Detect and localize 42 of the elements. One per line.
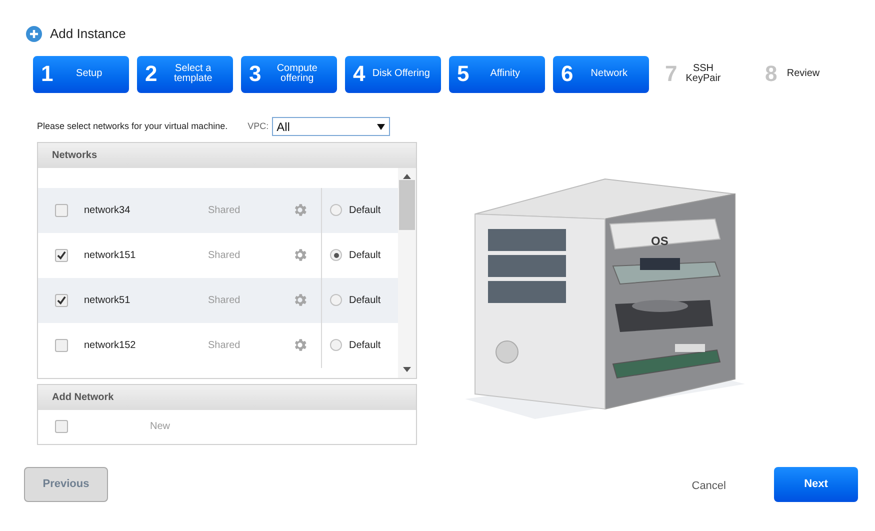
default-label: Default bbox=[349, 204, 381, 218]
wizard-step[interactable]: 8 Review bbox=[757, 56, 849, 92]
networks-header: Networks bbox=[38, 142, 416, 168]
new-network-label: New bbox=[150, 420, 170, 434]
vpc-label: VPC: bbox=[248, 120, 269, 133]
network-type: Shared bbox=[208, 338, 242, 352]
dialog-title: Add Instance bbox=[50, 25, 126, 43]
cancel-link[interactable]: Cancel bbox=[692, 478, 726, 494]
network-name: network51 bbox=[84, 294, 132, 308]
checkbox[interactable] bbox=[54, 204, 68, 216]
add-icon bbox=[26, 26, 42, 42]
wizard-step[interactable]: 2 Select a template bbox=[137, 56, 233, 92]
checkbox[interactable] bbox=[54, 420, 68, 433]
checkbox[interactable] bbox=[54, 248, 68, 262]
radio-button[interactable] bbox=[330, 204, 342, 216]
scrollbar[interactable] bbox=[398, 168, 416, 378]
default-label: Default bbox=[349, 294, 381, 308]
network-type: Shared bbox=[208, 294, 242, 308]
radio-button[interactable] bbox=[330, 249, 342, 261]
network-name: network34 bbox=[84, 204, 132, 218]
wizard-step[interactable]: 1 Setup bbox=[33, 56, 129, 92]
dropdown-caret-icon bbox=[376, 124, 385, 130]
network-type: Shared bbox=[208, 204, 242, 218]
checkbox[interactable] bbox=[54, 338, 68, 352]
radio-button[interactable] bbox=[330, 339, 342, 351]
previous-button[interactable]: Previous bbox=[24, 466, 108, 502]
radio-button[interactable] bbox=[330, 294, 342, 306]
network-name: network152 bbox=[84, 338, 137, 352]
wizard-step[interactable]: 4 Disk Offering bbox=[345, 56, 441, 92]
wizard-step[interactable]: 6 Network bbox=[553, 56, 649, 92]
checkbox[interactable] bbox=[54, 294, 68, 306]
default-label: Default bbox=[349, 248, 381, 262]
next-button[interactable]: Next bbox=[774, 466, 858, 502]
network-type: Shared bbox=[208, 248, 242, 262]
add-network-header: Add Network bbox=[38, 384, 416, 410]
default-label: Default bbox=[349, 338, 381, 352]
network-name: network151 bbox=[84, 248, 137, 262]
wizard-step[interactable]: 3 Compute offering bbox=[241, 56, 337, 92]
instruction-text: Please select networks for your virtual machine. bbox=[37, 120, 228, 133]
computer-tower-drawing: OS bbox=[455, 154, 755, 424]
vpc-dropdown[interactable]: All bbox=[272, 117, 390, 136]
wizard-step[interactable]: 5 Affinity bbox=[449, 56, 545, 92]
